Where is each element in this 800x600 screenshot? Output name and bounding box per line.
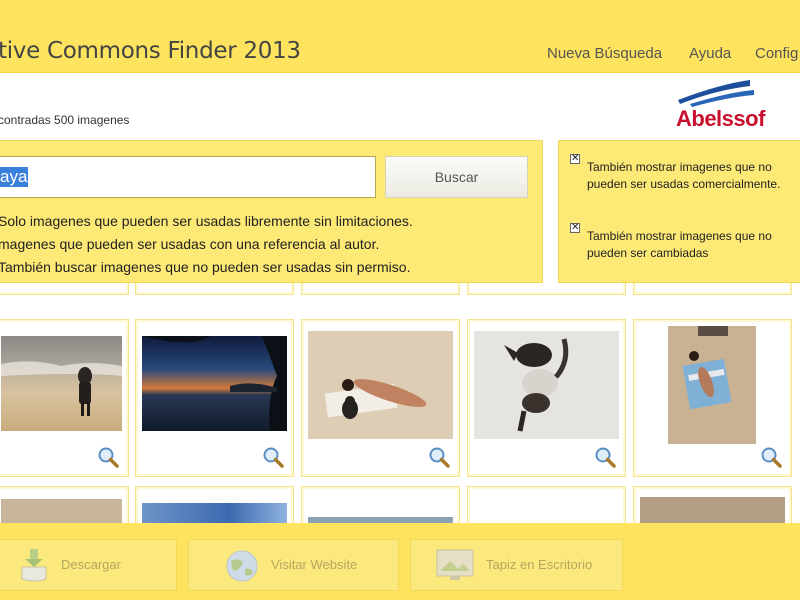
image-tile[interactable] <box>301 319 460 477</box>
image-tile[interactable] <box>301 283 460 295</box>
logo-swoosh-icon <box>678 80 754 107</box>
search-panel: aya Buscar Solo imagenes que pueden ser … <box>0 140 543 283</box>
license-option-permission[interactable]: También buscar imagenes que no pueden se… <box>0 259 410 275</box>
beach-photo-towel <box>668 326 756 444</box>
beach-photo-sunbather <box>308 331 453 439</box>
image-grid <box>0 283 800 523</box>
image-tile[interactable] <box>467 283 626 295</box>
zoom-icon[interactable] <box>760 446 782 468</box>
image-tile[interactable] <box>0 486 129 523</box>
logo-text: Abelssof <box>676 106 765 131</box>
commercial-checkbox-label: También mostrar imagenes que no pueden s… <box>587 160 781 191</box>
modified-checkbox[interactable]: ✕ <box>570 223 580 233</box>
search-input[interactable]: aya <box>0 156 376 198</box>
visit-website-label: Visitar Website <box>271 557 358 572</box>
dog-photo <box>474 331 619 439</box>
zoom-icon[interactable] <box>428 446 450 468</box>
result-count: contradas 500 imagenes <box>0 113 130 127</box>
download-icon <box>21 549 47 582</box>
bottom-toolbar: Descargar Visitar Website Tapiz en Escri… <box>0 523 800 600</box>
search-button[interactable]: Buscar <box>385 156 528 198</box>
download-button[interactable]: Descargar <box>0 539 177 591</box>
image-tile[interactable] <box>467 486 626 523</box>
image-tile[interactable] <box>0 319 129 477</box>
image-tile[interactable] <box>135 283 294 295</box>
commercial-checkbox[interactable]: ✕ <box>570 154 580 164</box>
image-tile[interactable] <box>301 486 460 523</box>
license-option-free[interactable]: Solo imagenes que pueden ser usadas libr… <box>0 213 413 229</box>
image-tile[interactable] <box>135 319 294 477</box>
zoom-icon[interactable] <box>594 446 616 468</box>
modified-checkbox-label: También mostrar imagenes que no pueden s… <box>587 229 772 260</box>
checkbox-checked-icon: ✕ <box>571 222 580 233</box>
app-title: tive Commons Finder 2013 <box>0 38 301 64</box>
image-thumbnail <box>142 503 287 523</box>
image-tile[interactable] <box>467 319 626 477</box>
image-tile[interactable] <box>633 283 792 295</box>
wallpaper-icon <box>436 549 474 580</box>
image-tile[interactable] <box>633 486 792 523</box>
image-tile[interactable] <box>633 319 792 477</box>
beach-photo-walker <box>1 336 122 431</box>
image-thumbnail <box>640 497 785 523</box>
image-tile[interactable] <box>135 486 294 523</box>
zoom-icon[interactable] <box>97 446 119 468</box>
nav-config[interactable]: Config <box>755 45 798 62</box>
nav-help[interactable]: Ayuda <box>689 45 731 62</box>
abelssoft-logo[interactable]: Abelssof <box>670 78 800 132</box>
image-tile[interactable] <box>0 283 129 295</box>
set-wallpaper-label: Tapiz en Escritorio <box>486 557 593 572</box>
zoom-icon[interactable] <box>262 446 284 468</box>
sunset-photo <box>142 336 287 431</box>
set-wallpaper-button[interactable]: Tapiz en Escritorio <box>410 539 623 591</box>
search-input-value: aya <box>0 167 29 187</box>
title-bar: tive Commons Finder 2013 Nueva Búsqueda … <box>0 0 800 73</box>
visit-website-button[interactable]: Visitar Website <box>188 539 399 591</box>
globe-icon <box>226 550 258 582</box>
nav-new-search[interactable]: Nueva Búsqueda <box>547 45 662 62</box>
filter-panel: ✕ También mostrar imagenes que no pueden… <box>558 140 800 283</box>
checkbox-checked-icon: ✕ <box>571 153 580 164</box>
license-option-attribution[interactable]: magenes que pueden ser usadas con una re… <box>0 236 379 252</box>
image-thumbnail <box>1 499 122 523</box>
download-label: Descargar <box>61 557 121 572</box>
